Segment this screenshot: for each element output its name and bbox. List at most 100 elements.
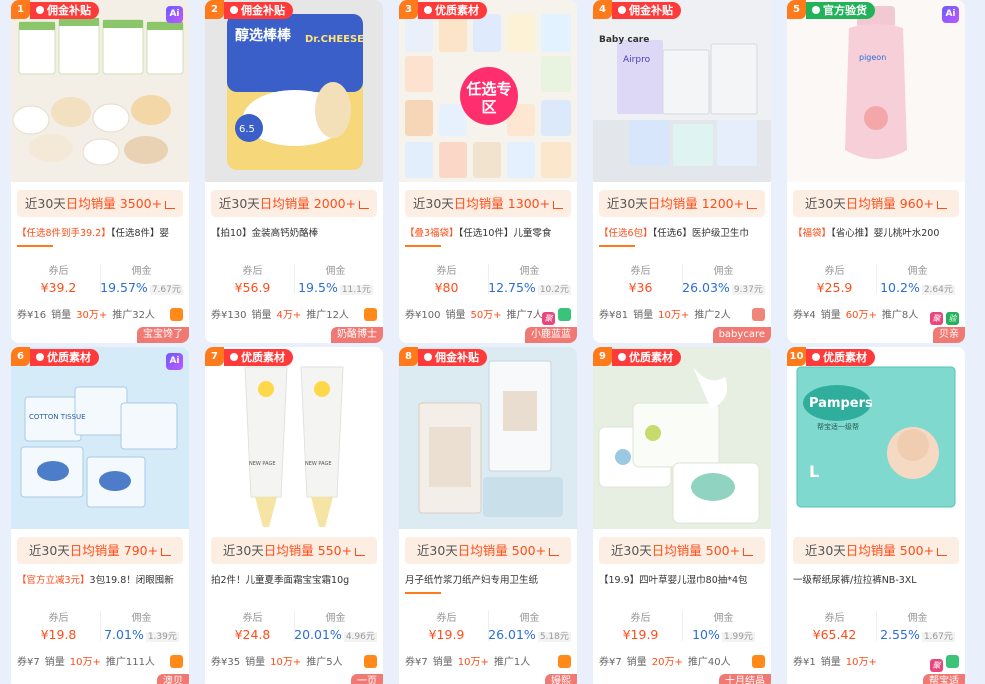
product-title[interactable]: 【任选6包】【任选6】医护级卫生巾 <box>599 227 765 241</box>
product-image[interactable] <box>593 347 771 529</box>
rank-badge: 2 <box>205 0 224 19</box>
commission-rate: 26.01% 5.18元 <box>488 627 571 642</box>
sales-box: 近30天日均销量 1200+ <box>599 190 765 217</box>
rate-value: 26.01% <box>488 627 536 642</box>
product-title[interactable]: 【任选8件到手39.2】【任选8件】婴 <box>17 227 183 241</box>
promoter-count: 推广8人 <box>881 310 919 321</box>
tag-badge: 佣金补贴 <box>224 2 293 19</box>
sales-box: 近30天日均销量 550+ <box>211 537 377 564</box>
diamond-icon <box>230 353 238 361</box>
product-card[interactable]: 醇选棒棒 Dr.CHEESE 6.5 2 佣金补贴 奶酪博士 近30天日均销量 … <box>205 0 383 343</box>
tag-label: 优质素材 <box>823 351 867 364</box>
title-underline <box>405 245 441 247</box>
sales-prefix: 近30天 <box>804 543 846 558</box>
product-card[interactable]: Baby care Airpro 4 佣金补贴 babycare 近30天日均销… <box>593 0 771 343</box>
ai-icon[interactable]: Ai <box>166 6 183 23</box>
sales-value: 2000+ <box>313 196 357 211</box>
product-title[interactable]: 一级帮纸尿裤/拉拉裤NB-3XL <box>793 574 959 588</box>
sold-value: 60万+ <box>845 310 877 321</box>
platform-badges <box>167 653 183 668</box>
sold-value: 4万+ <box>276 310 302 321</box>
product-image[interactable]: 任选专区 <box>399 0 577 182</box>
ai-icon[interactable]: Ai <box>942 6 959 23</box>
trend-icon <box>553 201 564 209</box>
brand-badge: babycare <box>712 327 771 343</box>
title-promo: 【官方立减3元】 <box>17 575 90 586</box>
product-image[interactable]: COTTON TISSUE <box>11 347 189 529</box>
product-title[interactable]: 【福袋】【省心推】婴儿桃叶水200 <box>793 227 959 241</box>
product-card[interactable]: 9 优质素材 十月结晶 近30天日均销量 500+ 【19.9】四叶草婴儿湿巾8… <box>593 347 771 684</box>
sales-box: 近30天日均销量 1300+ <box>405 190 571 217</box>
title-promo: 【福袋】 <box>793 228 832 239</box>
sold-label: 销量 <box>51 310 72 321</box>
product-title[interactable]: 【拍10】金装高钙奶酪棒 <box>211 227 377 241</box>
rate-value: 10.2% <box>880 280 920 295</box>
product-card[interactable]: pigeon 5 官方验货 Ai 贝亲 近30天日均销量 960+ 【福袋】【省… <box>787 0 965 343</box>
tmall-icon <box>752 308 765 321</box>
product-card[interactable]: Pampers 帮宝适一级帮 L 10 优质素材 帮宝适 近30天日均销量 50… <box>787 347 965 684</box>
sales-box: 近30天日均销量 500+ <box>793 537 959 564</box>
product-image[interactable]: Baby care Airpro <box>593 0 771 182</box>
product-title[interactable]: 【官方立减3元】3包19.8！闭眼囤新 <box>17 574 183 588</box>
sales-value: 500+ <box>511 543 547 558</box>
product-photo <box>399 347 577 529</box>
product-card[interactable]: COTTON TISSUE 6 优质素材 Ai 澳贝 近30天日均销量 790+… <box>11 347 189 684</box>
sales-value: 1300+ <box>507 196 551 211</box>
product-photo: COTTON TISSUE <box>20 386 178 508</box>
rate-value: 19.5% <box>298 280 338 295</box>
sales-label: 日均销量 <box>69 543 120 558</box>
commission-amount: 4.96元 <box>343 632 377 642</box>
product-card[interactable]: 任选专区 3 优质素材 小鹿蓝蓝 近30天日均销量 1300+ 【叠3福袋】【任… <box>399 0 577 343</box>
rate-value: 12.75% <box>488 280 536 295</box>
brand-badge: 十月结晶 <box>719 674 771 684</box>
title-text: 【19.9】四叶草婴儿湿巾80抽*4包 <box>599 575 748 586</box>
fire-icon <box>424 353 432 361</box>
commission-label: 佣金 <box>907 266 928 277</box>
coupon-amount: 券¥1 <box>793 657 816 668</box>
tag-label: 优质素材 <box>435 4 479 17</box>
product-title[interactable]: 【叠3福袋】【任选10件】儿童零食 <box>405 227 571 241</box>
price-stats: 券后 佣金 ¥65.42 2.55% 1.67元 <box>793 609 959 645</box>
product-card[interactable]: NEW PAGE NEW PAGE 7 优质素材 一页 近30天日均销量 550… <box>205 347 383 684</box>
price-value: ¥24.8 <box>234 627 271 642</box>
product-image[interactable] <box>399 347 577 529</box>
product-image[interactable]: NEW PAGE NEW PAGE <box>205 347 383 529</box>
product-title[interactable]: 【19.9】四叶草婴儿湿巾80抽*4包 <box>599 574 765 588</box>
price-stats: 券后 佣金 ¥24.8 20.01% 4.96元 <box>211 609 377 645</box>
commission-amount: 1.39元 <box>145 632 179 642</box>
product-image[interactable]: pigeon <box>787 0 965 182</box>
shop-icon <box>752 655 765 668</box>
tag-badge: 优质素材 <box>612 349 681 366</box>
price-value: ¥80 <box>434 280 459 295</box>
title-promo: 【叠3福袋】 <box>405 228 459 239</box>
product-card[interactable]: 8 佣金补贴 嫚熙 近30天日均销量 500+ 月子纸竹浆刀纸产妇专用卫生纸 券… <box>399 347 577 684</box>
tag-label: 优质素材 <box>47 351 91 364</box>
svg-text:Pampers: Pampers <box>809 396 873 411</box>
commission-label: 佣金 <box>131 613 152 624</box>
tag-badge: 优质素材 <box>224 349 293 366</box>
trend-icon <box>359 201 370 209</box>
product-image[interactable] <box>11 0 189 182</box>
product-image[interactable]: 醇选棒棒 Dr.CHEESE 6.5 <box>205 0 383 182</box>
product-image[interactable]: Pampers 帮宝适一级帮 L <box>787 347 965 529</box>
coupon-label: 券后 <box>436 266 457 277</box>
sales-box: 近30天日均销量 2000+ <box>211 190 377 217</box>
rate-value: 7.01% <box>104 627 144 642</box>
coupon-label: 券后 <box>242 613 263 624</box>
product-title[interactable]: 拍2件！儿童夏季面霜宝宝霜10g <box>211 574 377 588</box>
svg-text:醇选棒棒: 醇选棒棒 <box>235 27 292 44</box>
sold-value: 10万+ <box>658 310 690 321</box>
ai-icon[interactable]: Ai <box>166 353 183 370</box>
coupon-amount: 券¥4 <box>793 310 816 321</box>
price-value: ¥56.9 <box>234 280 271 295</box>
promoter-count: 推广2人 <box>694 310 731 321</box>
product-card[interactable]: 1 佣金补贴 Ai 宝宝馋了 近30天日均销量 3500+ 【任选8件到手39.… <box>11 0 189 343</box>
price-stats: 券后 佣金 ¥25.9 10.2% 2.64元 <box>793 262 959 298</box>
platform-badges <box>749 653 765 668</box>
svg-text:Dr.CHEESE: Dr.CHEESE <box>305 34 364 45</box>
shop-icon <box>364 655 377 668</box>
product-title[interactable]: 月子纸竹浆刀纸产妇专用卫生纸 <box>405 574 571 588</box>
coupon-label: 券后 <box>436 613 457 624</box>
title-text: 【任选6】医护级卫生巾 <box>652 228 749 239</box>
sales-label: 日均销量 <box>651 543 702 558</box>
